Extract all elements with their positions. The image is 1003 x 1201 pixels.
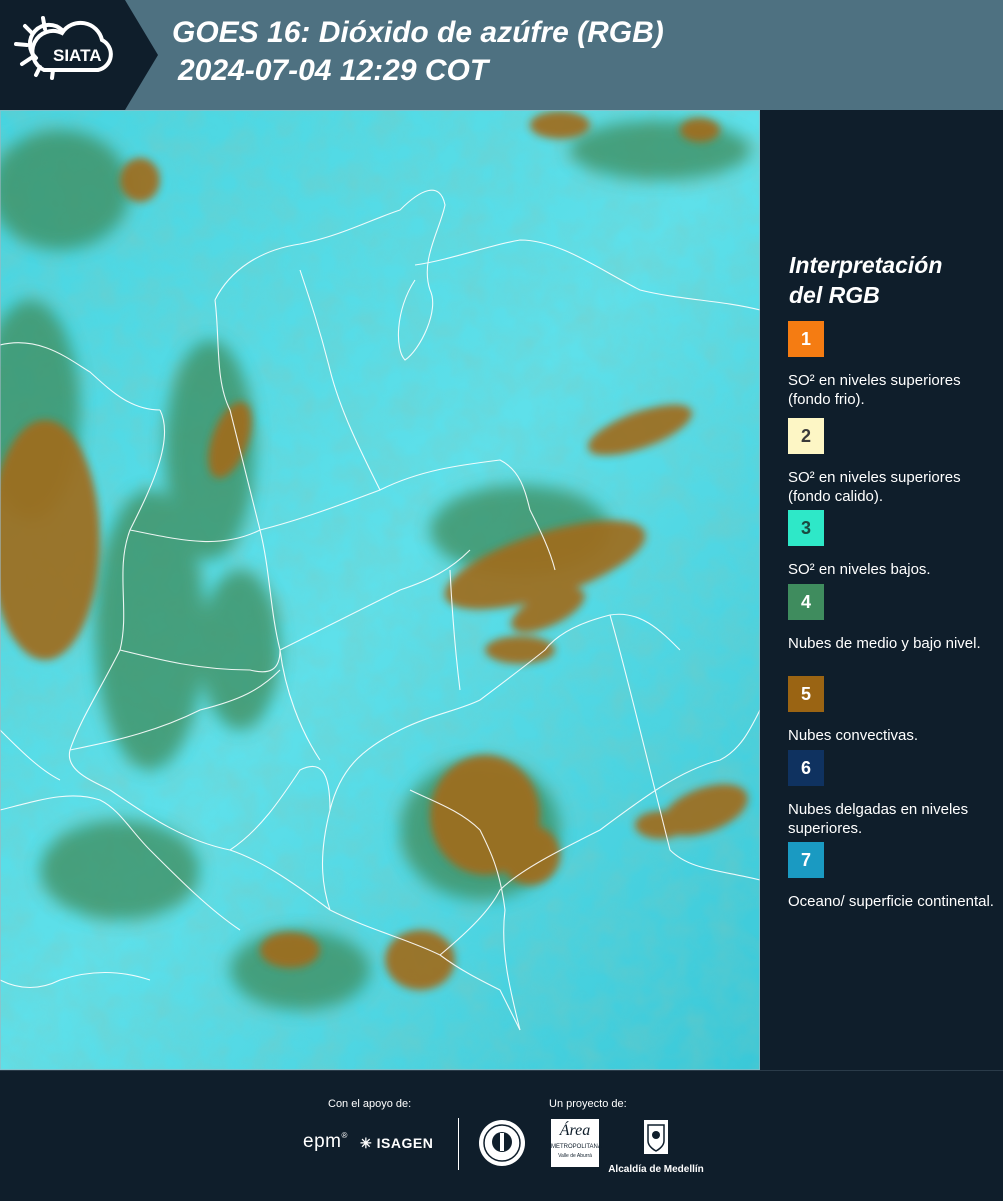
- legend-swatch-7: 7: [788, 842, 824, 878]
- epm-logo[interactable]: epm®: [303, 1131, 348, 1153]
- siata-logo-graphic: SIATA: [0, 0, 158, 110]
- medellin-seal-icon: [479, 1120, 525, 1166]
- legend-item: 1 SO² en niveles superiores (fondo frio)…: [788, 321, 998, 409]
- legend-label-6: Nubes delgadas en niveles superiores.: [788, 801, 969, 837]
- isagen-logo[interactable]: ✳ ISAGEN: [360, 1135, 433, 1152]
- area-metropolitana-logo[interactable]: Área METROPOLITANA Valle de Aburrá: [551, 1119, 602, 1167]
- header: SIATA GOES 16: Dióxido de azúfre (RGB) 2…: [0, 0, 1003, 110]
- legend-item: 6 Nubes delgadas en niveles superiores.: [788, 750, 998, 838]
- legend-swatch-4: 4: [788, 584, 824, 620]
- page-title: GOES 16: Dióxido de azúfre (RGB) 2024-07…: [172, 14, 664, 90]
- legend-swatch-1: 1: [788, 321, 824, 357]
- legend-item: 5 Nubes convectivas.: [788, 676, 998, 745]
- legend-item: 4 Nubes de medio y bajo nivel.: [788, 584, 998, 653]
- legend-label-5: Nubes convectivas.: [788, 727, 919, 744]
- project-label: Un proyecto de:: [549, 1098, 627, 1110]
- area-logo-text: Área: [559, 1122, 591, 1139]
- legend-item: 2 SO² en niveles superiores (fondo calid…: [788, 418, 998, 506]
- title-line-1: GOES 16: Dióxido de azúfre (RGB): [172, 16, 664, 49]
- legend-label-7: Oceano/ superficie continental.: [788, 893, 994, 910]
- legend-label-3: SO² en niveles bajos.: [788, 561, 931, 578]
- legend-swatch-2: 2: [788, 418, 824, 454]
- title-line-2: 2024-07-04 12:29 COT: [178, 54, 489, 87]
- footer-divider: [458, 1118, 459, 1170]
- legend-title: Interpretación del RGB: [789, 250, 942, 310]
- support-label: Con el apoyo de:: [328, 1098, 412, 1110]
- alcaldia-shield-icon: [644, 1120, 668, 1154]
- legend-title-line-2: del RGB: [789, 282, 880, 308]
- satellite-map-image: [0, 110, 761, 1070]
- legend-item: 7 Oceano/ superficie continental.: [788, 842, 998, 911]
- legend-item: 3 SO² en niveles bajos.: [788, 510, 998, 579]
- epm-logo-text: epm: [303, 1131, 342, 1152]
- alcaldia-logo[interactable]: Alcaldía de Medellín: [607, 1119, 705, 1175]
- alcaldia-logo-text: Alcaldía de Medellín: [608, 1164, 704, 1175]
- area-logo-subtext: METROPOLITANA: [551, 1144, 602, 1150]
- legend-swatch-6: 6: [788, 750, 824, 786]
- legend-label-4: Nubes de medio y bajo nivel.: [788, 635, 981, 652]
- isagen-icon: ✳: [360, 1135, 373, 1151]
- area-logo-subtext-2: Valle de Aburrá: [558, 1153, 592, 1159]
- legend-label-2: SO² en niveles superiores (fondo calido)…: [788, 469, 961, 505]
- legend-title-line-1: Interpretación: [789, 252, 943, 278]
- siata-logo[interactable]: SIATA: [0, 0, 158, 110]
- satellite-map[interactable]: [0, 110, 761, 1070]
- svg-text:SIATA: SIATA: [53, 46, 101, 65]
- isagen-logo-text: ISAGEN: [376, 1135, 434, 1151]
- medellin-seal-logo[interactable]: [478, 1119, 526, 1172]
- legend-swatch-5: 5: [788, 676, 824, 712]
- legend-panel: Interpretación del RGB 1 SO² en niveles …: [760, 110, 1003, 1070]
- legend-label-1: SO² en niveles superiores (fondo frio).: [788, 372, 961, 408]
- footer: Con el apoyo de: Un proyecto de: epm® ✳ …: [0, 1070, 1003, 1201]
- legend-swatch-3: 3: [788, 510, 824, 546]
